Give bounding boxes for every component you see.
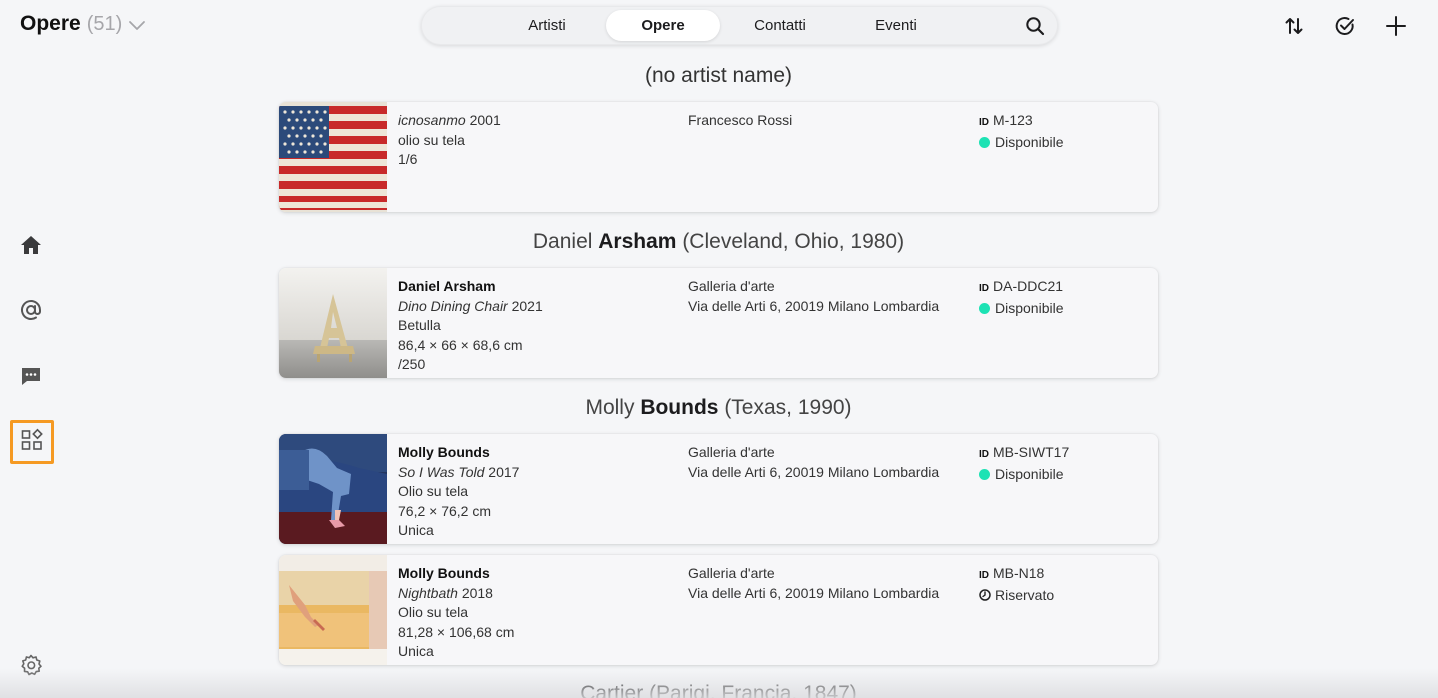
work-year: 2001 [469,112,501,128]
artwork-location: Galleria d'arte Via delle Arti 6, 20019 … [688,277,939,316]
work-medium: Betulla [398,317,441,334]
work-title: Dino Dining Chair [398,297,508,314]
artwork-card[interactable]: Molly Bounds So I Was Told 2017 Olio su … [279,434,1158,544]
location-address: Via delle Arti 6, 20019 Milano Lombardia [688,463,940,480]
artwork-status: ID MB-N18 Riservato [979,564,1054,605]
work-medium: Olio su tela [398,483,469,500]
group-title: Daniel Arsham (Cleveland, Ohio, 1980) [279,230,1158,254]
work-edition: /250 [398,356,426,373]
top-bar: Opere (51) Artisti Opere Contatti Eventi [0,0,1438,52]
page-title: Opere [20,12,81,35]
work-dimensions: 81,28 × 106,68 cm [398,623,515,640]
at-icon[interactable] [19,298,43,322]
reserved-clock-icon [979,587,991,601]
available-dot-icon [979,468,990,480]
group-title: Cartier (Parigi, Francia, 1847) [279,682,1158,698]
status-text: Disponibile [995,465,1064,482]
status-text: Riservato [995,586,1055,603]
artwork-thumbnail [279,102,387,212]
artwork-location: Galleria d'arte Via delle Arti 6, 20019 … [688,443,939,482]
tab-contatti[interactable]: Contatti [741,10,819,41]
work-medium: olio su tela [398,131,465,148]
work-title: Nightbath [398,584,458,601]
location-name: Galleria d'arte [688,444,775,460]
available-dot-icon [979,302,990,314]
artwork-thumbnail [279,434,387,544]
group-title-text: (no artist name) [644,64,793,87]
artist-name: Molly Bounds [398,565,490,581]
artwork-card[interactable]: icnosanmo 2001 olio su tela 1/6 Francesc… [279,102,1158,212]
check-circle-icon[interactable] [1334,15,1356,37]
artwork-details: Daniel Arsham Dino Dining Chair 2021 Bet… [398,277,543,375]
artist-origin: (Parigi, Francia, 1847) [649,682,857,698]
artwork-id: DA-DDC21 [993,278,1064,294]
tab-eventi[interactable]: Eventi [861,10,931,41]
work-year: 2017 [488,463,520,480]
artist-name: Cartier [580,682,644,698]
sidebar-item-artworks[interactable] [10,420,54,464]
chevron-down-icon[interactable] [128,19,146,31]
artwork-id: MB-SIWT17 [993,444,1070,460]
artwork-status: ID DA-DDC21 Disponibile [979,277,1063,318]
artwork-details: Molly Bounds Nightbath 2018 Olio su tela… [398,564,514,662]
status-text: Disponibile [995,299,1064,316]
artwork-details: Molly Bounds So I Was Told 2017 Olio su … [398,443,519,541]
id-label: ID [979,449,989,460]
work-title: So I Was Told [398,463,485,480]
artwork-card[interactable]: Daniel Arsham Dino Dining Chair 2021 Bet… [279,268,1158,378]
available-dot-icon [979,136,990,148]
work-year: 2021 [511,297,543,314]
item-count: (51) [86,12,123,35]
work-edition: Unica [398,522,434,539]
id-label: ID [979,117,989,128]
artist-name: Molly Bounds [398,444,490,460]
settings-icon[interactable] [19,653,43,677]
work-edition: Unica [398,643,434,660]
artist-first-name: Molly [585,396,635,419]
group-title: (no artist name) [279,64,1158,88]
work-dimensions: 86,4 × 66 × 68,6 cm [398,336,523,353]
sort-icon[interactable] [1283,15,1305,37]
location-name: Galleria d'arte [688,278,775,294]
location-address: Via delle Arti 6, 20019 Milano Lombardia [688,584,940,601]
artist-name: Daniel Arsham [398,278,496,294]
artwork-location: Galleria d'arte Via delle Arti 6, 20019 … [688,564,939,603]
artwork-thumbnail [279,555,387,665]
location-name: Galleria d'arte [688,565,775,581]
artist-last-name: Bounds [640,396,719,419]
artwork-location: Francesco Rossi [688,111,792,131]
group-title: Molly Bounds (Texas, 1990) [279,396,1158,420]
home-icon[interactable] [19,233,43,257]
location-address: Via delle Arti 6, 20019 Milano Lombardia [688,297,940,314]
section-tabs: Artisti Opere Contatti Eventi [421,6,1058,45]
id-label: ID [979,283,989,294]
artist-origin: (Texas, 1990) [724,396,852,419]
artwork-status: ID MB-SIWT17 Disponibile [979,443,1069,484]
location-line: Francesco Rossi [688,112,793,128]
chat-icon[interactable] [19,364,43,388]
tab-artisti[interactable]: Artisti [510,10,584,41]
artwork-id: MB-N18 [993,565,1045,581]
status-text: Disponibile [995,133,1064,150]
work-medium: Olio su tela [398,604,469,621]
artwork-status: ID M-123 Disponibile [979,111,1063,152]
artist-first-name: Daniel [532,230,593,253]
artist-last-name: Arsham [598,230,677,253]
work-dimensions: 76,2 × 76,2 cm [398,502,492,519]
artwork-card[interactable]: Molly Bounds Nightbath 2018 Olio su tela… [279,555,1158,665]
artwork-thumbnail [279,268,387,378]
id-label: ID [979,570,989,581]
artwork-id: M-123 [993,112,1033,128]
plus-icon[interactable] [1385,15,1407,37]
artist-origin: (Cleveland, Ohio, 1980) [682,230,905,253]
artwork-details: icnosanmo 2001 olio su tela 1/6 [398,111,501,170]
artworks-grid-icon [20,428,44,457]
search-icon[interactable] [1025,16,1045,36]
collection-title[interactable]: Opere (51) [20,12,146,36]
work-year: 2018 [461,584,493,601]
work-edition: 1/6 [398,151,418,168]
work-title: icnosanmo [398,112,466,128]
tab-opere[interactable]: Opere [606,10,720,41]
